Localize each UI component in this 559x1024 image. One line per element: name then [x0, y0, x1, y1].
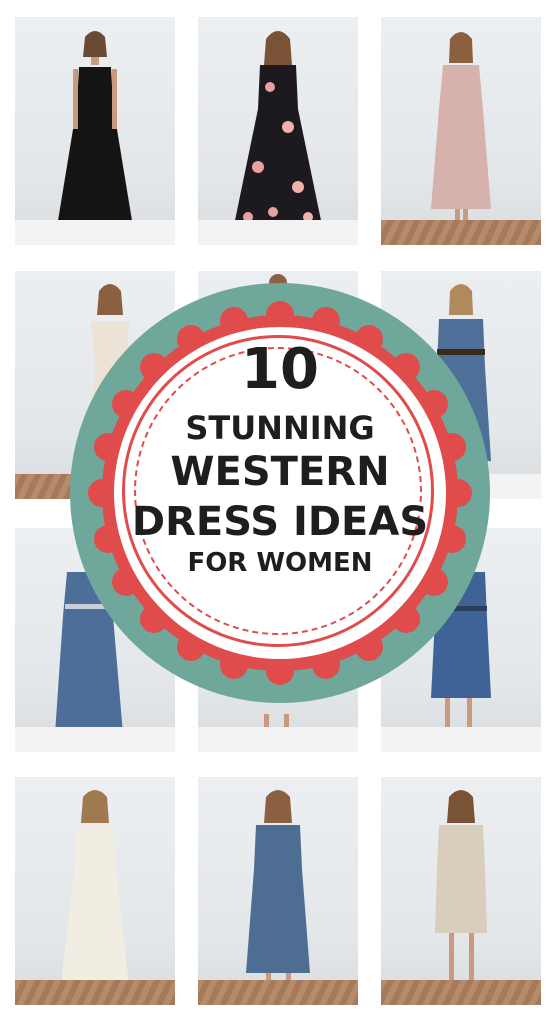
photo-blush-wrap-midi-dress: [381, 17, 541, 245]
headline-number: 10: [241, 337, 319, 402]
floor: [15, 219, 175, 245]
photo-black-slip-maxi-dress: [15, 17, 175, 245]
model-figure: [246, 790, 310, 995]
photo-sequin-wrap-dress: [381, 777, 541, 1005]
photo-floral-wrap-maxi-dress: [198, 17, 358, 245]
headline-line-2: WESTERN: [170, 449, 390, 495]
model-figure: [232, 31, 324, 235]
model-figure: [431, 32, 491, 237]
floor: [381, 979, 541, 1005]
headline-line-4: FOR WOMEN: [187, 548, 373, 578]
headline-line-1: STUNNING: [185, 409, 375, 447]
floor: [15, 727, 175, 752]
floor: [198, 727, 358, 752]
model-figure: [435, 790, 487, 989]
floor: [198, 979, 358, 1005]
floor: [198, 219, 358, 245]
floor: [381, 727, 541, 752]
headline-line-3: DRESS IDEAS: [131, 499, 429, 545]
model-figure: [55, 31, 135, 239]
model-figure: [61, 790, 129, 997]
photo-white-pleated-maxi-dress: [15, 777, 175, 1005]
photo-blue-pleated-wrap-dress: [198, 777, 358, 1005]
floor: [381, 219, 541, 245]
floor: [15, 979, 175, 1005]
